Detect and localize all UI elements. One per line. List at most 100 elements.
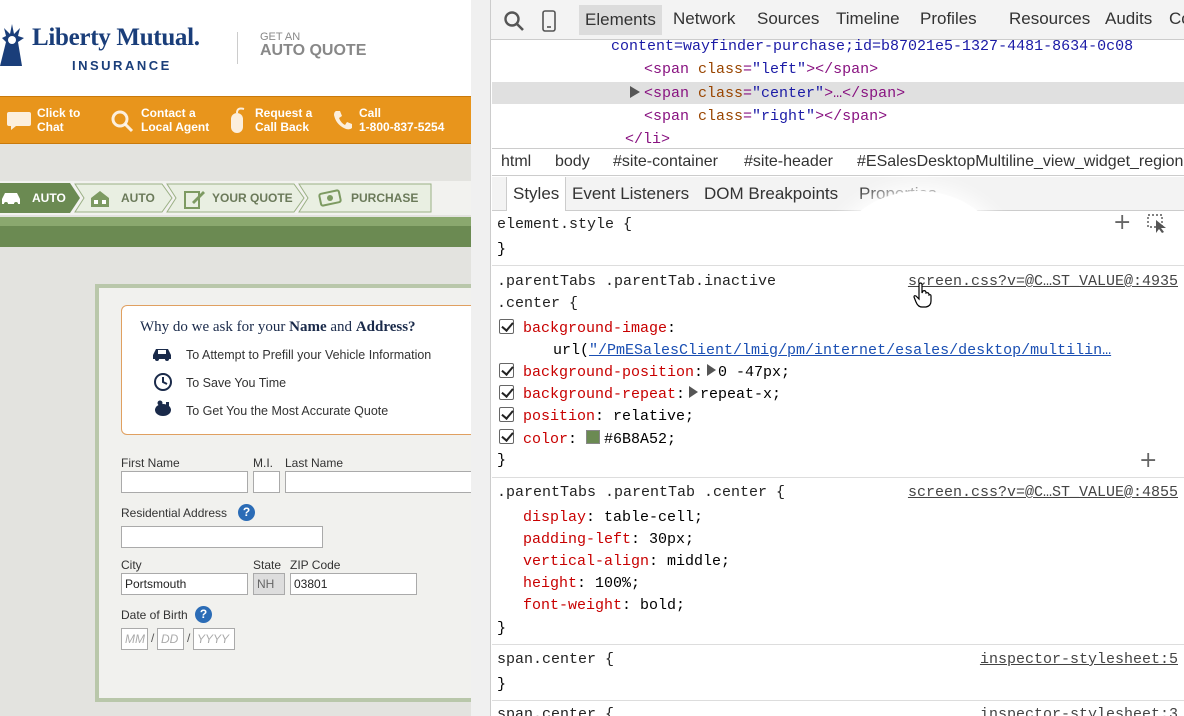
rule-span-center-selector-2[interactable]: span.center { bbox=[497, 706, 614, 716]
expand-triangle-icon[interactable] bbox=[629, 85, 641, 99]
dom-node-span-left[interactable]: <span class="left"></span> bbox=[644, 61, 878, 78]
reason-accurate-quote: To Get You the Most Accurate Quote bbox=[186, 404, 389, 418]
device-mode-icon[interactable] bbox=[541, 10, 557, 32]
dob-day-input[interactable]: DD bbox=[157, 628, 184, 650]
tab-resources[interactable]: Resources bbox=[1009, 9, 1090, 29]
prop-font-weight[interactable]: font-weight: bold; bbox=[523, 597, 685, 614]
tab-timeline[interactable]: Timeline bbox=[836, 9, 900, 29]
rule-source-link-4935[interactable]: screen.css?v=@C…ST_VALUE@:4935 bbox=[908, 273, 1178, 290]
background-image-url-link[interactable]: "/PmESalesClient/lmig/pm/internet/esales… bbox=[589, 342, 1111, 359]
prop-checkbox[interactable] bbox=[499, 363, 514, 378]
step-purchase[interactable]: PURCHASE bbox=[351, 183, 418, 213]
crumb-html[interactable]: html bbox=[501, 153, 531, 171]
attr-name: class bbox=[698, 108, 744, 125]
expand-shorthand-icon[interactable] bbox=[707, 364, 717, 376]
contact-local-agent-link[interactable]: Contact a Local Agent bbox=[141, 106, 209, 134]
expand-shorthand-icon[interactable] bbox=[689, 386, 699, 398]
inspect-search-icon[interactable] bbox=[503, 10, 525, 32]
rule-source-inspector-stylesheet-3[interactable]: inspector-stylesheet:3 bbox=[980, 706, 1178, 716]
prop-value: #6B8A52; bbox=[604, 431, 677, 448]
reason-prefill: To Attempt to Prefill your Vehicle Infor… bbox=[186, 348, 432, 362]
residential-address-input[interactable] bbox=[121, 526, 323, 548]
prop-value: 0 -47px; bbox=[718, 364, 791, 381]
tab-sources[interactable]: Sources bbox=[757, 9, 819, 29]
step-your-quote[interactable]: YOUR QUOTE bbox=[212, 183, 293, 213]
prop-checkbox[interactable] bbox=[499, 407, 514, 422]
rule-source-link-4855[interactable]: screen.css?v=@C…ST_VALUE@:4855 bbox=[908, 484, 1178, 501]
prop-vertical-align[interactable]: vertical-align: middle; bbox=[523, 553, 730, 570]
crumb-site-container[interactable]: #site-container bbox=[613, 153, 718, 171]
dob-help-icon[interactable]: ? bbox=[195, 606, 212, 623]
zip-code-input[interactable]: 03801 bbox=[290, 573, 417, 595]
prop-name: vertical-align bbox=[523, 553, 650, 570]
pencil-note-icon bbox=[184, 191, 205, 209]
tab-console[interactable]: Con bbox=[1169, 9, 1184, 29]
add-property-icon[interactable]: + bbox=[1139, 448, 1157, 473]
chat-icon bbox=[7, 112, 31, 130]
request-call-back-link[interactable]: Request a Call Back bbox=[255, 106, 312, 134]
prop-checkbox[interactable] bbox=[499, 385, 514, 400]
dom-node-span-center[interactable]: <span class="center">…</span> bbox=[644, 85, 905, 102]
new-style-rule-icon[interactable]: + bbox=[1113, 210, 1131, 235]
rule-parenttab-inactive-selector[interactable]: .parentTabs .parentTab.inactive bbox=[497, 273, 776, 290]
tab-profiles[interactable]: Profiles bbox=[920, 9, 977, 29]
subtab-styles[interactable]: Styles bbox=[506, 177, 567, 211]
city-input[interactable]: Portsmouth bbox=[121, 573, 248, 595]
rule-close-brace: } bbox=[497, 452, 507, 469]
subtab-event-listeners[interactable]: Event Listeners bbox=[572, 184, 689, 204]
dom-attr-continuation[interactable]: content=wayfinder-purchase;id=b87021e5-1… bbox=[611, 38, 1133, 55]
prop-height[interactable]: height: 100%; bbox=[523, 575, 640, 592]
crumb-site-header[interactable]: #site-header bbox=[744, 153, 833, 171]
prop-background-position[interactable]: background-position: 0 -47px; bbox=[523, 364, 790, 381]
rule-separator bbox=[492, 265, 1184, 266]
prop-position[interactable]: position: relative; bbox=[523, 408, 694, 425]
tab-elements[interactable]: Elements bbox=[579, 5, 662, 35]
crumb-widget-region[interactable]: #ESalesDesktopMultiline_view_widget_regi… bbox=[857, 153, 1183, 171]
dom-node-span-right[interactable]: <span class="right"></span> bbox=[644, 108, 887, 125]
rule-span-center-selector[interactable]: span.center { bbox=[497, 651, 614, 668]
dob-year-input[interactable]: YYYY bbox=[193, 628, 235, 650]
crumb-body[interactable]: body bbox=[555, 153, 590, 171]
piggy-bank-icon bbox=[155, 400, 171, 416]
state-label: State bbox=[253, 558, 282, 572]
quote-step-tabs: AUTO AUTO YOUR QUOTE PURCHASE bbox=[0, 181, 471, 215]
header-divider bbox=[237, 32, 238, 64]
tab-network[interactable]: Network bbox=[673, 9, 735, 29]
prop-background-image-value[interactable]: url("/PmESalesClient/lmig/pm/internet/es… bbox=[553, 342, 1111, 359]
address-help-icon[interactable]: ? bbox=[238, 504, 255, 521]
prop-background-repeat[interactable]: background-repeat: repeat-x; bbox=[523, 386, 781, 403]
dom-node-li-close[interactable]: </li> bbox=[625, 131, 670, 148]
prop-checkbox[interactable] bbox=[499, 429, 514, 444]
date-of-birth-label: Date of Birth bbox=[121, 608, 188, 622]
prop-color[interactable]: color: #6B8A52; bbox=[523, 430, 676, 448]
dob-month-input[interactable]: MM bbox=[121, 628, 148, 650]
color-swatch[interactable] bbox=[586, 430, 601, 444]
prop-padding-left[interactable]: padding-left: 30px; bbox=[523, 531, 694, 548]
first-name-input[interactable] bbox=[121, 471, 248, 493]
call-number: 1-800-837-5254 bbox=[359, 120, 445, 134]
call-line1: Call bbox=[359, 106, 382, 120]
step-auto-1[interactable]: AUTO bbox=[32, 183, 66, 213]
last-name-input[interactable] bbox=[285, 471, 471, 493]
logo-subtitle: INSURANCE bbox=[72, 58, 172, 73]
tab-audits[interactable]: Audits bbox=[1105, 9, 1152, 29]
subtab-dom-breakpoints[interactable]: DOM Breakpoints bbox=[704, 184, 838, 204]
rule-close-brace: } bbox=[497, 620, 507, 637]
step-auto-2[interactable]: AUTO bbox=[121, 183, 155, 213]
call-phone-link[interactable]: Call 1-800-837-5254 bbox=[359, 106, 444, 134]
logo-text[interactable]: Liberty Mutual. bbox=[32, 24, 200, 52]
mi-input[interactable] bbox=[253, 471, 280, 493]
devtools-resize-gutter[interactable] bbox=[471, 0, 491, 716]
rule-parenttab-inactive-selector-2[interactable]: .center { bbox=[497, 295, 578, 312]
rule-source-inspector-stylesheet-5[interactable]: inspector-stylesheet:5 bbox=[980, 651, 1178, 668]
element-state-icon[interactable] bbox=[1147, 214, 1169, 234]
state-input[interactable]: NH bbox=[253, 573, 285, 595]
prop-display[interactable]: display: table-cell; bbox=[523, 509, 703, 526]
residential-address-label: Residential Address bbox=[121, 506, 228, 520]
prop-background-image[interactable]: background-image: bbox=[523, 320, 676, 337]
prop-value: bold; bbox=[640, 597, 686, 614]
click-to-chat-link[interactable]: Click to Chat bbox=[37, 106, 80, 134]
rule-parenttab-center-selector[interactable]: .parentTabs .parentTab .center { bbox=[497, 484, 785, 501]
rule-element-style-selector[interactable]: element.style { bbox=[497, 216, 632, 233]
prop-checkbox[interactable] bbox=[499, 319, 514, 334]
